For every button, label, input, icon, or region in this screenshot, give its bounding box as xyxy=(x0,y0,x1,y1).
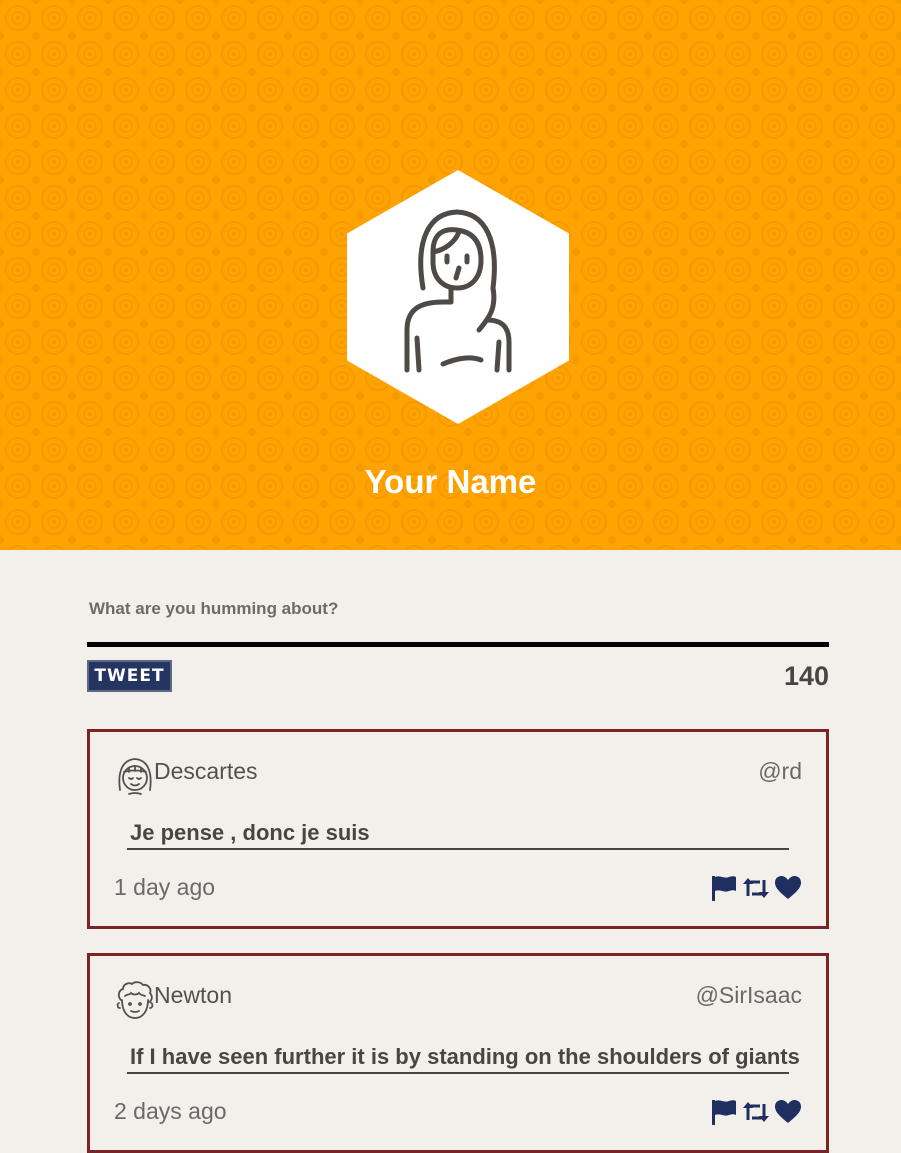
flag-icon[interactable] xyxy=(710,1098,738,1126)
tweet-actions xyxy=(710,874,802,902)
compose-input[interactable] xyxy=(87,620,829,647)
tweet-card: Descartes @rd Je pense , donc je suis 1 … xyxy=(87,729,829,929)
tweet-author-handle[interactable]: @SirIsaac xyxy=(696,980,802,1010)
heart-icon[interactable] xyxy=(774,874,802,902)
profile-name: Your Name xyxy=(364,463,537,500)
flag-icon[interactable] xyxy=(710,874,738,902)
tweet-button[interactable]: TWEET xyxy=(87,660,172,692)
tweet-author-handle[interactable]: @rd xyxy=(758,756,802,786)
girl-avatar-icon xyxy=(118,758,152,795)
character-count: 140 xyxy=(783,661,829,691)
tweet-text: Je pense , donc je suis xyxy=(127,818,789,850)
tweet-timestamp: 1 day ago xyxy=(114,874,216,900)
tweet-author-name: Descartes xyxy=(154,758,258,784)
tweet-author-name: Newton xyxy=(154,982,232,1008)
tweet-text: If I have seen further it is by standing… xyxy=(127,1042,800,1074)
profile-header: Your Name xyxy=(0,0,901,550)
curly-hair-avatar-icon xyxy=(116,981,154,1019)
tweet-actions xyxy=(710,1098,802,1126)
tweet-card: Newton @SirIsaac If I have seen further … xyxy=(87,953,829,1153)
profile-avatar xyxy=(347,170,569,424)
retweet-icon[interactable] xyxy=(742,1098,770,1126)
compose-label: What are you humming about? xyxy=(89,599,339,618)
tweet-timestamp: 2 days ago xyxy=(114,1098,227,1124)
retweet-icon[interactable] xyxy=(742,874,770,902)
heart-icon[interactable] xyxy=(774,1098,802,1126)
